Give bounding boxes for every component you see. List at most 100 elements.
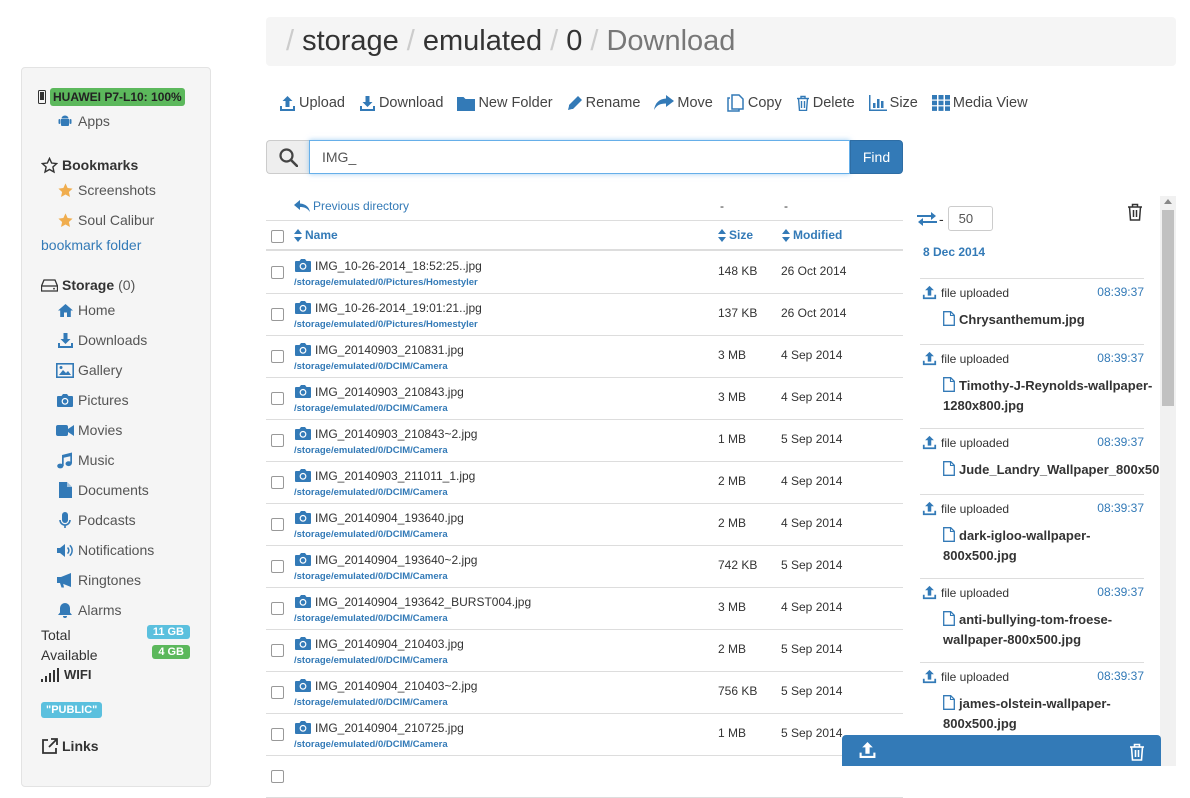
file-path-link[interactable]: /storage/emulated/0/DCIM/Camera (294, 655, 448, 666)
clear-activity-trash-icon[interactable] (1127, 203, 1143, 224)
file-name[interactable]: IMG_20140904_193640.jpg (294, 510, 464, 525)
table-row[interactable]: IMG_20140903_211011_1.jpg/storage/emulat… (266, 462, 903, 504)
file-name[interactable]: IMG_20140903_210843.jpg (294, 384, 464, 399)
new-folder-button[interactable]: New Folder (457, 95, 553, 111)
table-row[interactable] (266, 756, 903, 798)
sidebar-item-documents[interactable]: Documents (56, 481, 149, 499)
row-checkbox[interactable] (271, 476, 284, 489)
file-path-link[interactable]: /storage/emulated/0/DCIM/Camera (294, 697, 448, 708)
device-item[interactable]: HUAWEI P7-L10: 100% (38, 88, 185, 106)
row-checkbox[interactable] (271, 392, 284, 405)
sidebar-item-downloads[interactable]: Downloads (56, 331, 147, 349)
sort-modified-header[interactable]: Modified (782, 228, 842, 242)
table-row[interactable]: IMG_20140904_193640~2.jpg/storage/emulat… (266, 546, 903, 588)
activity-file[interactable]: james-olstein-wallpaper-800x500.jpg (943, 695, 1160, 733)
sort-name-header[interactable]: Name (294, 228, 338, 242)
breadcrumb-0[interactable]: 0 (566, 25, 582, 58)
file-path-link[interactable]: /storage/emulated/0/DCIM/Camera (294, 403, 448, 414)
file-name[interactable]: IMG_20140904_210403.jpg (294, 636, 464, 651)
delete-button[interactable]: Delete (796, 95, 855, 111)
bookmark-screenshots[interactable]: Screenshots (56, 181, 156, 199)
swap-icon[interactable] (917, 211, 937, 227)
file-name[interactable]: IMG_20140903_211011_1.jpg (294, 468, 475, 483)
row-checkbox[interactable] (271, 266, 284, 279)
copy-button[interactable]: Copy (727, 94, 782, 112)
sidebar-item-notifications[interactable]: Notifications (56, 541, 154, 559)
table-row[interactable]: IMG_20140903_210843~2.jpg/storage/emulat… (266, 420, 903, 462)
sidebar-item-alarms[interactable]: Alarms (56, 601, 122, 619)
upload-icon[interactable] (858, 741, 877, 759)
public-row[interactable]: "PUBLIC" (41, 702, 103, 718)
activity-file[interactable]: dark-igloo-wallpaper-800x500.jpg (943, 527, 1160, 565)
size-button[interactable]: Size (868, 95, 918, 111)
table-row[interactable]: IMG_20140904_210725.jpg/storage/emulated… (266, 714, 903, 756)
storage-heading[interactable]: Storage (0) (40, 276, 135, 294)
sort-size-header[interactable]: Size (718, 228, 753, 242)
file-path-link[interactable]: /storage/emulated/0/DCIM/Camera (294, 445, 448, 456)
rename-button[interactable]: Rename (567, 95, 640, 111)
file-name[interactable]: IMG_10-26-2014_18:52:25..jpg (294, 258, 482, 273)
activity-file[interactable]: Timothy-J-Reynolds-wallpaper-1280x800.jp… (943, 377, 1160, 415)
table-row[interactable]: IMG_10-26-2014_19:01:21..jpg/storage/emu… (266, 294, 903, 336)
activity-file[interactable]: Chrysanthemum.jpg (943, 311, 1160, 331)
media-view-button[interactable]: Media View (931, 95, 1028, 111)
file-path-link[interactable]: /storage/emulated/0/DCIM/Camera (294, 739, 448, 750)
breadcrumb-storage[interactable]: storage (302, 25, 399, 58)
row-checkbox[interactable] (271, 350, 284, 363)
sidebar-item-pictures[interactable]: Pictures (56, 391, 129, 409)
bookmark-soul-calibur[interactable]: Soul Calibur (56, 211, 154, 229)
table-row[interactable]: IMG_20140904_210403.jpg/storage/emulated… (266, 630, 903, 672)
table-row[interactable]: IMG_10-26-2014_18:52:25..jpg/storage/emu… (266, 252, 903, 294)
table-row[interactable]: IMG_20140904_193640.jpg/storage/emulated… (266, 504, 903, 546)
file-path-link[interactable]: /storage/emulated/0/DCIM/Camera (294, 613, 448, 624)
sidebar-item-music[interactable]: Music (56, 451, 115, 469)
file-path-link[interactable]: /storage/emulated/0/DCIM/Camera (294, 361, 448, 372)
scrollbar[interactable] (1160, 196, 1176, 766)
file-path-link[interactable]: /storage/emulated/0/DCIM/Camera (294, 487, 448, 498)
table-row[interactable]: IMG_20140903_210843.jpg/storage/emulated… (266, 378, 903, 420)
table-row[interactable]: IMG_20140904_210403~2.jpg/storage/emulat… (266, 672, 903, 714)
file-name[interactable]: IMG_20140904_193640~2.jpg (294, 552, 477, 567)
upload-button[interactable]: Upload (279, 95, 345, 112)
breadcrumb-emulated[interactable]: emulated (423, 25, 542, 58)
scroll-thumb[interactable] (1162, 210, 1174, 406)
file-name[interactable]: IMG_20140903_210831.jpg (294, 342, 464, 357)
find-button[interactable]: Find (850, 140, 903, 174)
sidebar-item-movies[interactable]: Movies (56, 421, 122, 439)
file-name[interactable]: IMG_20140904_193642_BURST004.jpg (294, 594, 531, 609)
move-button[interactable]: Move (654, 95, 713, 111)
activity-file[interactable]: anti-bullying-tom-froese-wallpaper-800x5… (943, 611, 1160, 649)
bookmark-folder-link[interactable]: bookmark folder (41, 237, 141, 253)
trash-icon[interactable] (1129, 743, 1145, 761)
activity-file[interactable]: Jude_Landry_Wallpaper_800x50 (943, 461, 1160, 481)
row-checkbox[interactable] (271, 560, 284, 573)
file-path-link[interactable]: /storage/emulated/0/DCIM/Camera (294, 571, 448, 582)
search-input[interactable] (309, 140, 850, 174)
row-checkbox[interactable] (271, 434, 284, 447)
scroll-up-arrow[interactable] (1164, 199, 1172, 204)
activity-limit-input[interactable] (947, 206, 993, 231)
file-path-link[interactable]: /storage/emulated/0/Pictures/Homestyler (294, 277, 478, 288)
links-heading[interactable]: Links (40, 737, 99, 755)
row-checkbox[interactable] (271, 308, 284, 321)
sidebar-item-home[interactable]: Home (56, 301, 115, 319)
previous-directory-link[interactable]: Previous directory (294, 199, 409, 213)
file-path-link[interactable]: /storage/emulated/0/Pictures/Homestyler (294, 319, 478, 330)
row-checkbox[interactable] (271, 728, 284, 741)
file-name[interactable]: IMG_20140904_210725.jpg (294, 720, 464, 735)
sidebar-item-ringtones[interactable]: Ringtones (56, 571, 141, 589)
download-button[interactable]: Download (359, 95, 443, 112)
row-checkbox[interactable] (271, 686, 284, 699)
table-row[interactable]: IMG_20140904_193642_BURST004.jpg/storage… (266, 588, 903, 630)
row-checkbox[interactable] (271, 644, 284, 657)
row-checkbox[interactable] (271, 602, 284, 615)
file-path-link[interactable]: /storage/emulated/0/DCIM/Camera (294, 529, 448, 540)
row-checkbox[interactable] (271, 518, 284, 531)
row-checkbox[interactable] (271, 770, 284, 783)
sidebar-item-apps[interactable]: Apps (56, 112, 110, 130)
file-name[interactable]: IMG_10-26-2014_19:01:21..jpg (294, 300, 482, 315)
sidebar-item-gallery[interactable]: Gallery (56, 361, 122, 379)
table-row[interactable]: IMG_20140903_210831.jpg/storage/emulated… (266, 336, 903, 378)
select-all-checkbox[interactable] (271, 230, 284, 243)
file-name[interactable]: IMG_20140903_210843~2.jpg (294, 426, 477, 441)
